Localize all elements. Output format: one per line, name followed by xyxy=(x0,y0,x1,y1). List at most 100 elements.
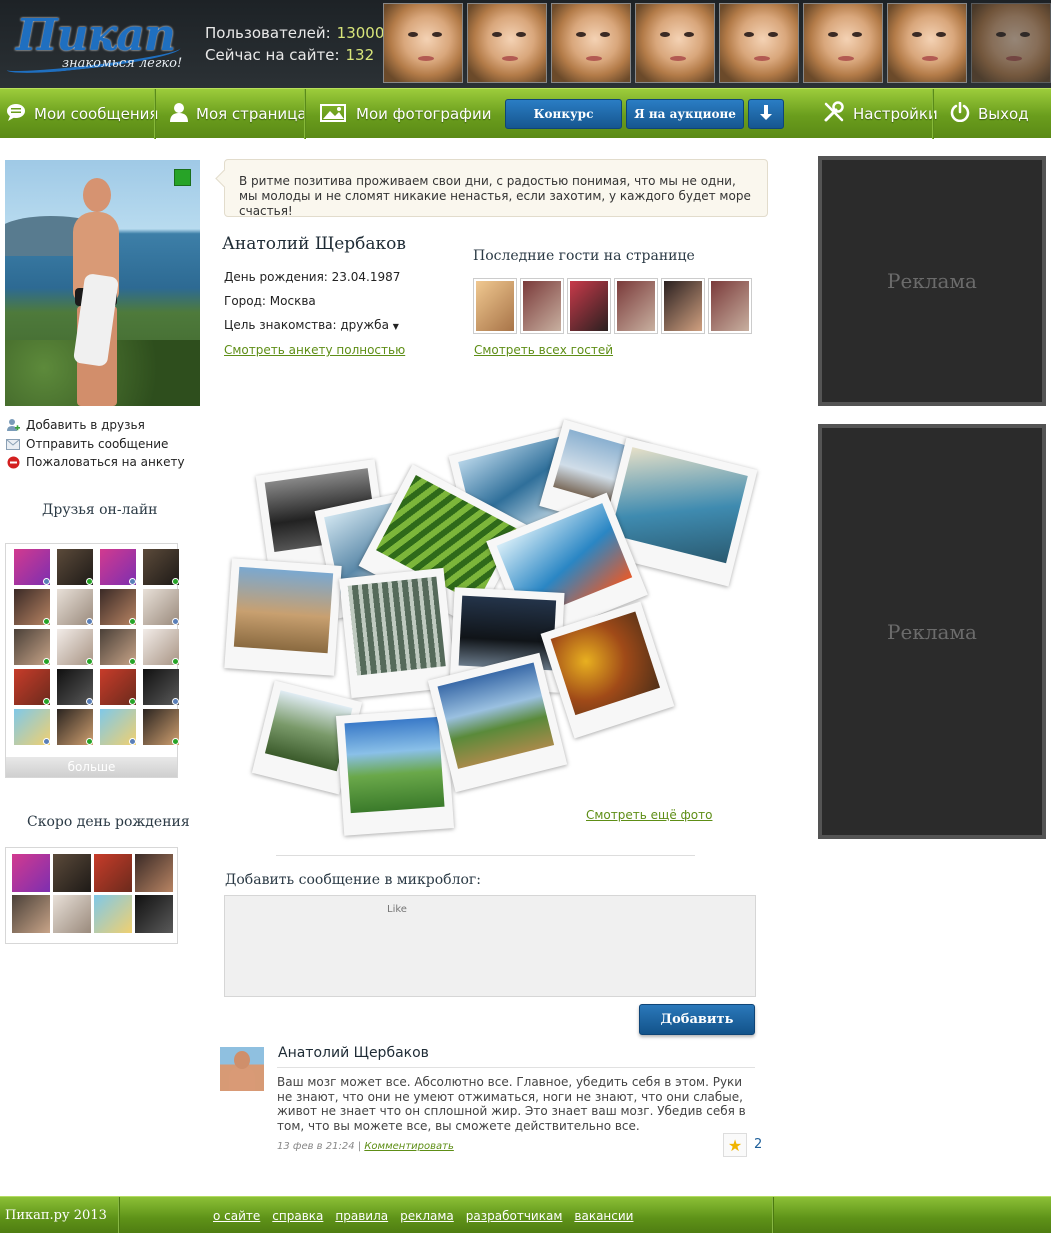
guest-avatar[interactable] xyxy=(614,278,658,334)
profile-goal[interactable]: Цель знакомства: дружба ▼ xyxy=(224,318,399,332)
online-status-dot xyxy=(43,578,50,585)
ad-banner-bottom[interactable]: Реклама xyxy=(818,424,1046,839)
friend-avatar[interactable] xyxy=(57,629,93,665)
online-status-dot xyxy=(129,698,136,705)
nav-photos[interactable]: Мои фотографии xyxy=(320,89,491,139)
collage-photo[interactable] xyxy=(335,708,455,836)
birthday-avatar[interactable] xyxy=(135,854,173,892)
auction-button[interactable]: Я на аукционе xyxy=(626,99,744,129)
friend-avatar[interactable] xyxy=(100,549,136,585)
footer-link-help[interactable]: справка xyxy=(272,1209,323,1223)
birthday-avatar[interactable] xyxy=(94,854,132,892)
friend-avatar[interactable] xyxy=(100,669,136,705)
microblog-input[interactable] xyxy=(224,895,756,997)
nav-messages[interactable]: Мои сообщения xyxy=(6,89,158,139)
post-author-avatar[interactable] xyxy=(220,1047,264,1091)
footer-link-jobs[interactable]: вакансии xyxy=(574,1209,633,1223)
guest-avatar[interactable] xyxy=(708,278,752,334)
friend-avatar[interactable] xyxy=(57,709,93,745)
site-stats: Пользователей: 130000 Сейчас на сайте: 132 xyxy=(205,22,394,66)
birthday-avatar[interactable] xyxy=(12,854,50,892)
friend-avatar[interactable] xyxy=(57,589,93,625)
friend-avatar[interactable] xyxy=(57,669,93,705)
birthday-avatar[interactable] xyxy=(53,895,91,933)
ad-banner-top[interactable]: Реклама xyxy=(818,156,1046,406)
header-photo[interactable] xyxy=(803,3,883,83)
logo-text: Пикап xyxy=(16,10,176,61)
birthday-avatar[interactable] xyxy=(53,854,91,892)
more-photos-link[interactable]: Смотреть ещё фото xyxy=(586,808,712,822)
collage-photo[interactable] xyxy=(224,558,342,676)
add-friend-action[interactable]: Добавить в друзья xyxy=(6,418,145,432)
post-date: 13 фев в 21:24 xyxy=(277,1141,355,1152)
online-status-dot xyxy=(86,658,93,665)
header-photo[interactable] xyxy=(551,3,631,83)
header-photo[interactable] xyxy=(887,3,967,83)
post-text: Ваш мозг может все. Абсолютно все. Главн… xyxy=(277,1075,746,1133)
friend-avatar[interactable] xyxy=(143,549,179,585)
nav-logout[interactable]: Выход xyxy=(950,89,1029,139)
friend-avatar[interactable] xyxy=(57,549,93,585)
birthday-avatar[interactable] xyxy=(94,895,132,933)
tools-icon xyxy=(823,100,845,128)
friend-avatar[interactable] xyxy=(143,589,179,625)
friend-avatar[interactable] xyxy=(14,709,50,745)
header-photo[interactable] xyxy=(719,3,799,83)
header-photo[interactable] xyxy=(635,3,715,83)
footer-link-about[interactable]: о сайте xyxy=(213,1209,260,1223)
more-friends-button[interactable]: больше xyxy=(6,757,177,777)
friend-avatar[interactable] xyxy=(143,709,179,745)
online-status-dot xyxy=(43,738,50,745)
birthdays-title: Скоро день рождения xyxy=(27,814,190,830)
guest-avatar[interactable] xyxy=(661,278,705,334)
profile-photo[interactable] xyxy=(5,160,200,406)
guest-avatar[interactable] xyxy=(520,278,564,334)
friend-avatar[interactable] xyxy=(14,549,50,585)
guest-avatar[interactable] xyxy=(567,278,611,334)
header-photo[interactable] xyxy=(383,3,463,83)
footer-links: о сайте справка правила реклама разработ… xyxy=(213,1197,633,1233)
star-icon: ★ xyxy=(727,1135,743,1155)
full-profile-link[interactable]: Смотреть анкету полностью xyxy=(224,343,405,357)
user-icon xyxy=(170,102,188,127)
add-post-button[interactable]: Добавить xyxy=(639,1004,755,1035)
header-photo[interactable] xyxy=(971,3,1051,83)
online-status-dot xyxy=(129,618,136,625)
friend-avatar[interactable] xyxy=(143,629,179,665)
nav-separator xyxy=(304,89,305,139)
dropdown-arrow-icon: ▼ xyxy=(392,322,399,331)
post-divider xyxy=(277,1067,755,1068)
online-status-dot xyxy=(43,698,50,705)
birthday-avatar[interactable] xyxy=(135,895,173,933)
guest-avatar[interactable] xyxy=(473,278,517,334)
send-message-action[interactable]: Отправить сообщение xyxy=(6,437,168,451)
download-button[interactable] xyxy=(748,99,784,129)
birthday-avatar[interactable] xyxy=(12,895,50,933)
friend-avatar[interactable] xyxy=(14,589,50,625)
friend-avatar[interactable] xyxy=(14,629,50,665)
footer-link-ads[interactable]: реклама xyxy=(400,1209,454,1223)
comment-link[interactable]: Комментировать xyxy=(364,1141,454,1152)
friend-avatar[interactable] xyxy=(100,589,136,625)
all-guests-link[interactable]: Смотреть всех гостей xyxy=(474,343,613,357)
friends-online-grid: больше xyxy=(5,543,179,778)
friend-avatar[interactable] xyxy=(100,709,136,745)
friend-avatar[interactable] xyxy=(100,629,136,665)
friend-avatar[interactable] xyxy=(14,669,50,705)
site-header: Пикап знакомься легко! Пользователей: 130… xyxy=(0,0,1051,88)
contest-button[interactable]: Конкурс xyxy=(505,99,622,129)
site-logo[interactable]: Пикап знакомься легко! xyxy=(5,10,186,84)
header-photo[interactable] xyxy=(467,3,547,83)
friends-online-title: Друзья он-лайн xyxy=(42,502,158,518)
stop-icon xyxy=(6,455,20,469)
footer-link-developers[interactable]: разработчикам xyxy=(466,1209,563,1223)
status-message: В ритме позитива проживаем свои дни, с р… xyxy=(224,159,768,218)
nav-my-page[interactable]: Моя страница xyxy=(170,89,307,139)
post-author-name[interactable]: Анатолий Щербаков xyxy=(278,1045,429,1061)
friend-avatar[interactable] xyxy=(143,669,179,705)
report-action[interactable]: Пожаловаться на анкету xyxy=(6,455,185,469)
like-star-button[interactable]: ★ xyxy=(723,1133,747,1157)
footer-link-rules[interactable]: правила xyxy=(335,1209,388,1223)
online-status-dot xyxy=(172,738,179,745)
nav-settings[interactable]: Настройки xyxy=(823,89,938,139)
